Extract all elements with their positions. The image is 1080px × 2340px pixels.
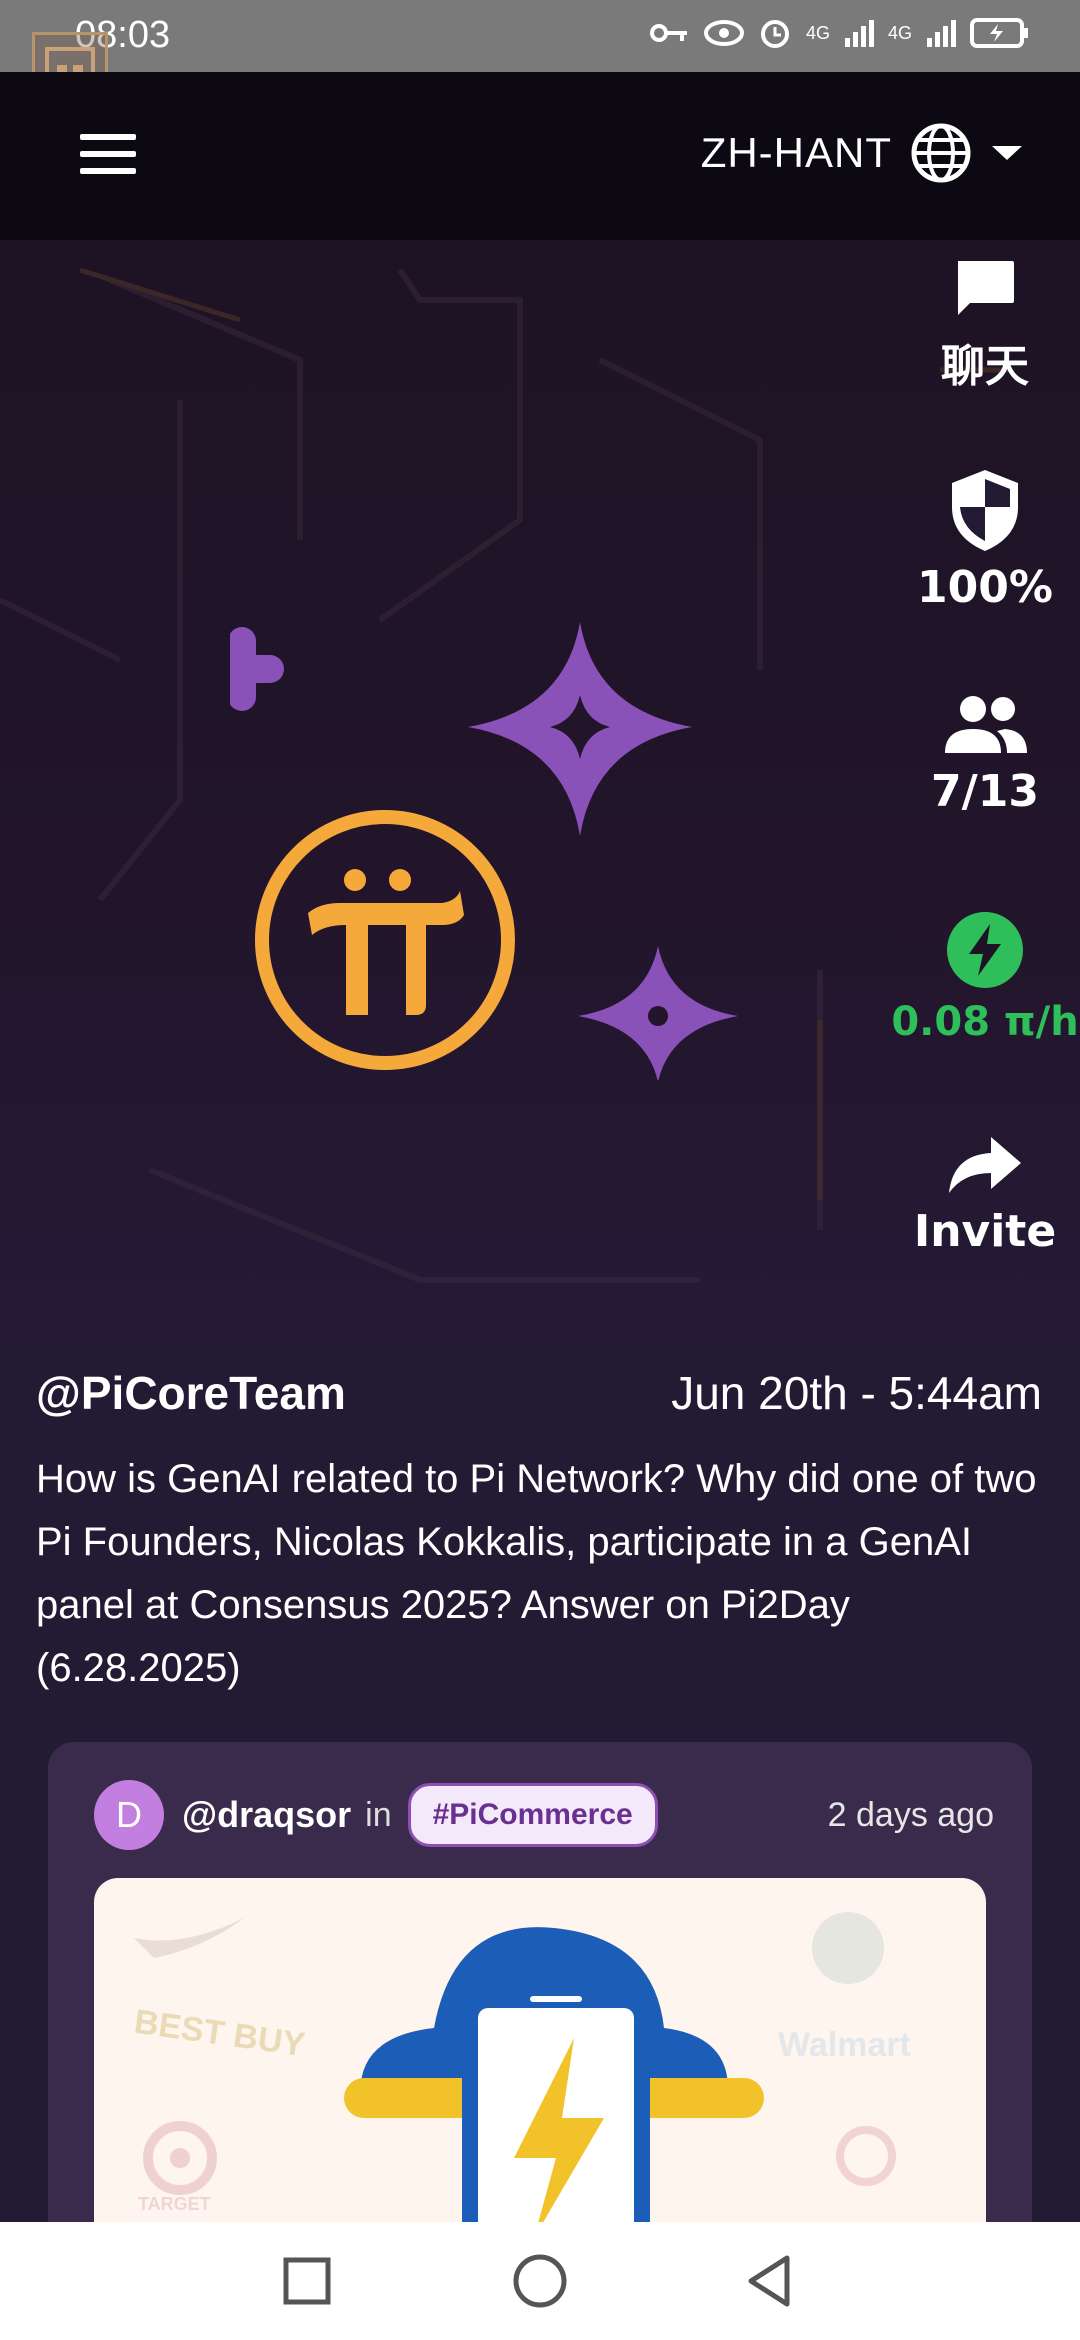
recents-button[interactable] [272, 2246, 342, 2316]
language-selector[interactable]: ZH-HANT [701, 122, 1024, 184]
team-button[interactable]: 7/13 [890, 693, 1080, 817]
share-arrow-icon [949, 1137, 1021, 1193]
avatar[interactable]: D [94, 1780, 164, 1850]
brand-walmart: Walmart [778, 2026, 911, 2064]
key-icon [649, 24, 687, 42]
card-username[interactable]: @draqsor [182, 1794, 351, 1836]
back-button[interactable] [735, 2246, 805, 2316]
post-date: Jun 20th - 5:44am [671, 1367, 1042, 1419]
network-label-1: 4G [805, 22, 830, 43]
language-label: ZH-HANT [700, 129, 892, 176]
app-header: ZH-HANT [0, 72, 1080, 240]
mining-rate-label: 0.08 π/h [891, 999, 1079, 1045]
hamburger-icon[interactable] [80, 134, 136, 174]
battery-icon [970, 18, 1028, 48]
alarm-icon [760, 20, 789, 48]
chat-button[interactable]: 聊天 [890, 255, 1080, 394]
post-author[interactable]: @PiCoreTeam [36, 1366, 346, 1420]
brand-bestbuy: BEST BUY [132, 2003, 308, 2065]
chat-icon [958, 261, 1014, 315]
square-icon [283, 2257, 331, 2305]
globe-icon [911, 123, 971, 183]
status-bar: 08:03 4G 4G [0, 0, 1080, 72]
system-nav-bar [0, 2222, 1080, 2340]
pi-coin-icon [255, 810, 515, 1070]
status-icons: 4G 4G [649, 16, 1030, 50]
network-label-2: 4G [887, 22, 912, 43]
signal-icon [844, 20, 874, 47]
circle-icon [513, 2254, 567, 2308]
brand-target: TARGET [138, 2194, 211, 2214]
eye-icon [703, 20, 744, 46]
shield-icon [952, 470, 1018, 551]
triangle-back-icon [748, 2255, 790, 2307]
lightning-icon [947, 912, 1023, 988]
card-timestamp: 2 days ago [827, 1795, 994, 1834]
card-header: D @draqsor in #PiCommerce 2 days ago [94, 1778, 994, 1852]
post-body: How is GenAI related to Pi Network? Why … [36, 1457, 1037, 1690]
card-in-text: in [365, 1795, 392, 1834]
security-button[interactable]: 100% [890, 467, 1080, 613]
chevron-down-icon [992, 146, 1022, 160]
invite-label: Invite [913, 1206, 1057, 1257]
signal-icon [927, 20, 956, 47]
tag-badge[interactable]: #PiCommerce [407, 1783, 658, 1847]
mining-button[interactable]: 0.08 π/h [890, 910, 1080, 1045]
people-icon [945, 696, 1027, 753]
home-button[interactable] [505, 2246, 575, 2316]
security-label: 100% [917, 562, 1053, 613]
invite-button[interactable]: Invite [890, 1133, 1080, 1257]
team-label: 7/13 [931, 766, 1039, 817]
chat-label: 聊天 [941, 341, 1029, 392]
